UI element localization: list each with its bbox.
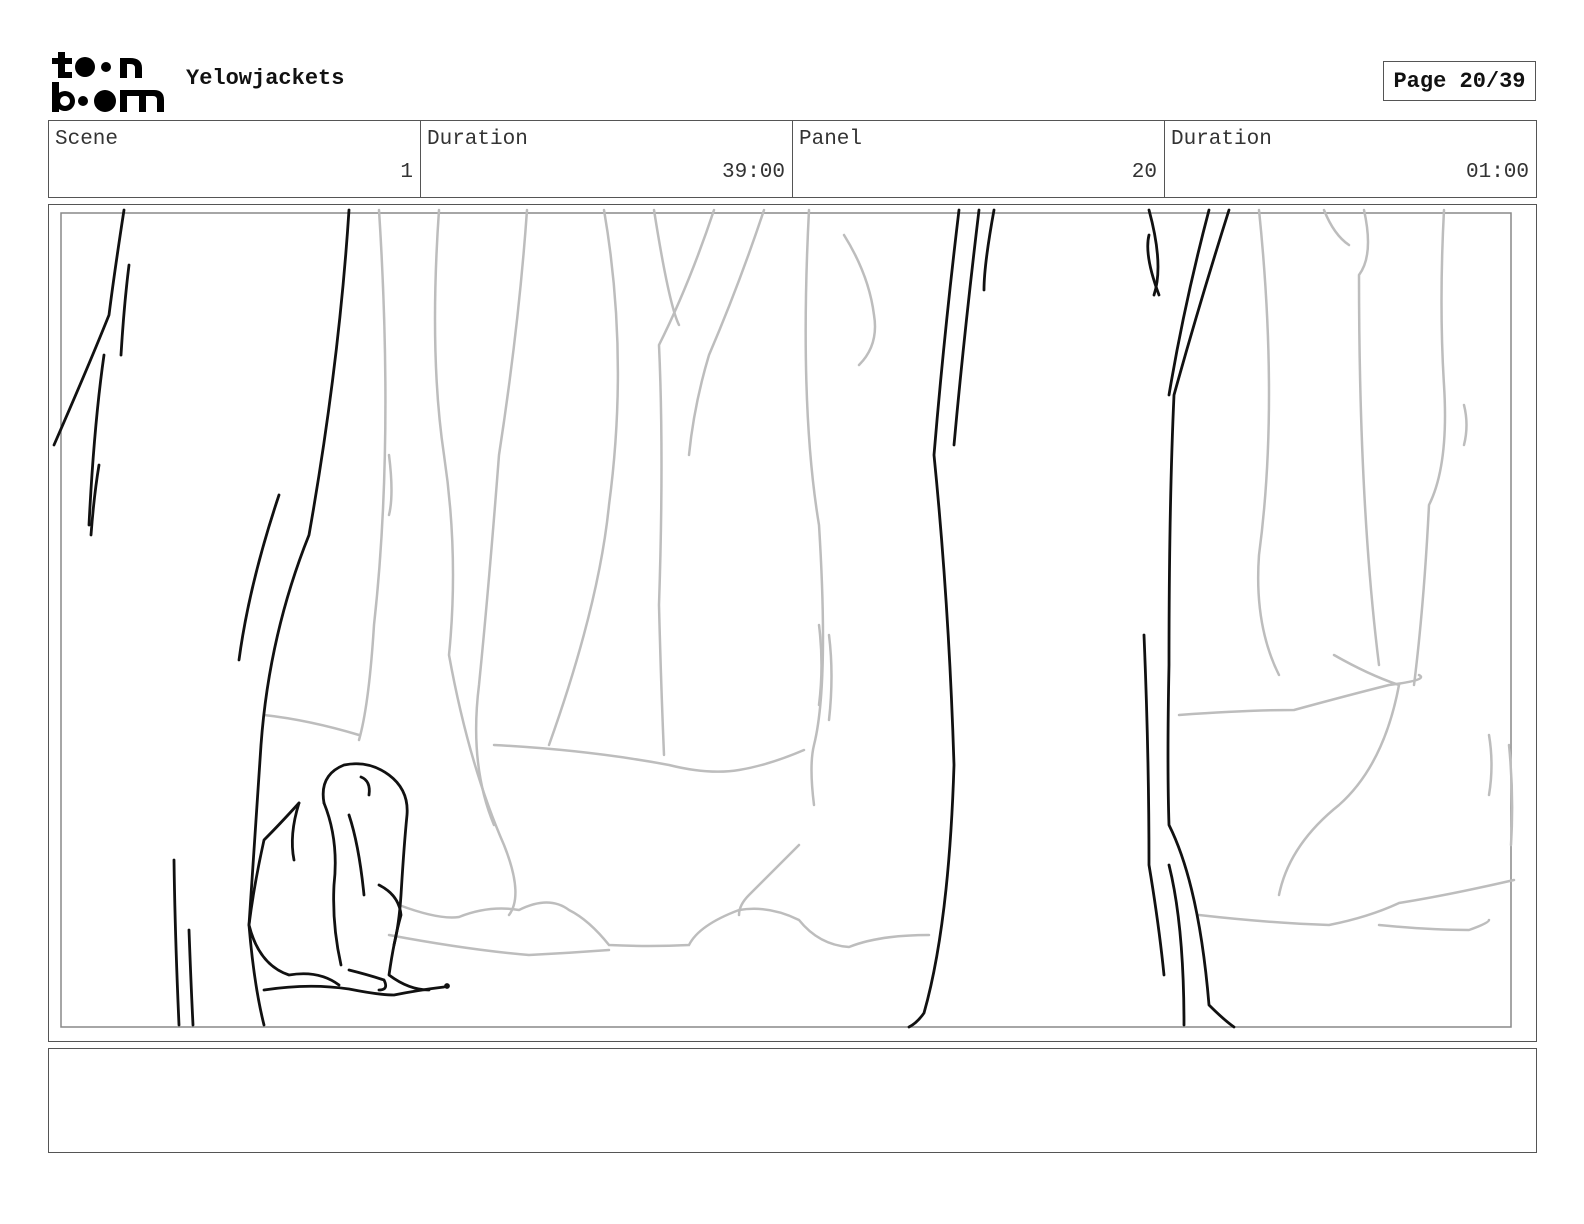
panel-duration-label: Duration bbox=[1171, 128, 1272, 151]
panel-drawing bbox=[52, 208, 1516, 1029]
panel-duration-value: 01:00 bbox=[1465, 161, 1529, 184]
scene-cell: Scene 1 bbox=[49, 121, 421, 197]
scene-duration-label: Duration bbox=[427, 128, 528, 151]
scene-label: Scene bbox=[55, 128, 119, 151]
scene-duration-cell: Duration 39:00 bbox=[421, 121, 793, 197]
panel-label: Panel bbox=[799, 128, 863, 151]
info-row: Scene 1 Duration 39:00 Panel 20 Duration… bbox=[48, 120, 1537, 198]
page-indicator: Page 20/39 bbox=[1383, 61, 1536, 101]
storyboard-panel bbox=[48, 204, 1537, 1042]
panel-cell: Panel 20 bbox=[793, 121, 1165, 197]
scene-duration-value: 39:00 bbox=[721, 161, 785, 184]
scene-value: 1 bbox=[400, 161, 413, 184]
background-sketch bbox=[262, 208, 1516, 957]
panel-value: 20 bbox=[1131, 161, 1157, 184]
toon-boom-logo bbox=[52, 52, 164, 112]
safe-area-frame bbox=[60, 212, 1512, 1028]
project-title: Yelowjackets bbox=[186, 66, 345, 91]
notes-box bbox=[48, 1048, 1537, 1153]
foreground-ink bbox=[52, 208, 1236, 1029]
panel-duration-cell: Duration 01:00 bbox=[1165, 121, 1536, 197]
